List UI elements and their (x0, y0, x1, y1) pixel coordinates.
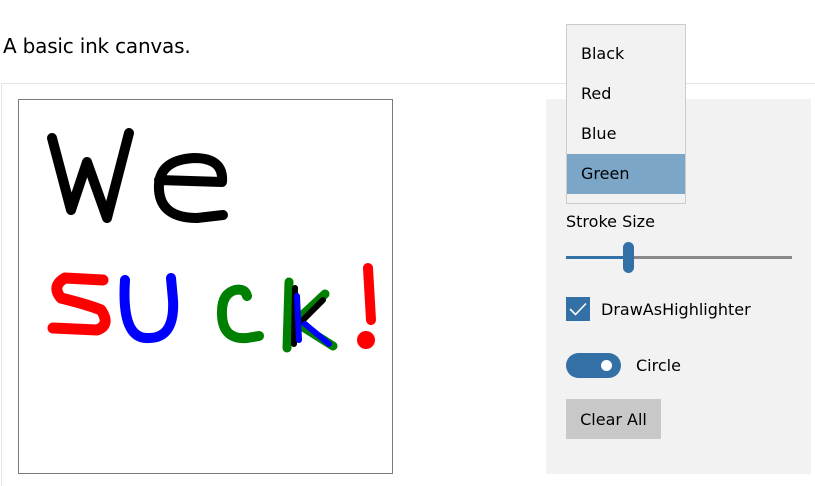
pen-tip-toggle[interactable]: Circle (566, 352, 681, 378)
slider-track-filled (566, 256, 628, 259)
slider-track-empty (628, 256, 792, 259)
color-option-black[interactable]: Black (567, 34, 685, 74)
ink-stroke-blue-u (119, 273, 179, 343)
ink-stroke-red-s (47, 272, 111, 336)
page-description: A basic ink canvas. (3, 34, 191, 58)
clear-all-button[interactable]: Clear All (566, 399, 661, 439)
toggle-switch[interactable] (566, 352, 621, 378)
slider-thumb[interactable] (623, 242, 634, 273)
toggle-knob (601, 359, 612, 371)
ink-stroke-red-dot (357, 331, 375, 349)
color-dropdown-menu: Black Red Blue Green (566, 24, 686, 204)
toggle-label: Circle (636, 355, 681, 375)
ink-stroke-red-exclaim (363, 263, 376, 325)
stroke-size-label: Stroke Size (566, 212, 655, 231)
ink-stroke-black-w (47, 128, 134, 223)
ink-stroke-black-e (153, 153, 228, 223)
checkbox-checked[interactable] (566, 297, 590, 321)
ink-canvas[interactable] (18, 99, 393, 474)
ink-strokes (47, 128, 376, 353)
color-option-blue[interactable]: Blue (567, 114, 685, 154)
app-root: A basic ink canvas. Stroke Size DrawAsHi… (0, 0, 815, 486)
checkbox-label: DrawAsHighlighter (601, 299, 751, 319)
checkmark-icon (569, 302, 587, 316)
ink-stroke-green-c (216, 284, 264, 344)
color-option-green[interactable]: Green (567, 154, 685, 194)
color-option-red[interactable]: Red (567, 74, 685, 114)
highlighter-checkbox[interactable]: DrawAsHighlighter (566, 296, 751, 322)
stroke-size-slider[interactable] (566, 242, 792, 274)
